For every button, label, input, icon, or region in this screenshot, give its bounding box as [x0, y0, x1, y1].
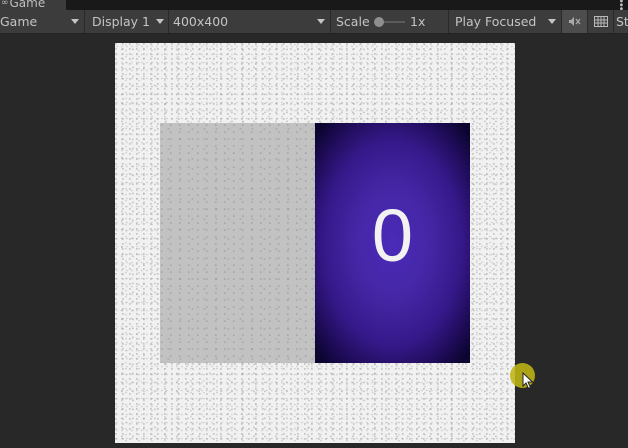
game-tab[interactable]: ∞ Game [0, 0, 66, 10]
stats-button[interactable]: St [616, 10, 628, 33]
view-mode-dropdown[interactable]: Game [0, 10, 83, 33]
game-controller-icon: ∞ [1, 0, 8, 8]
game-tab-label: Game [9, 0, 46, 10]
play-mode-label: Play Focused [455, 14, 537, 29]
play-mode-dropdown[interactable]: Play Focused [455, 10, 561, 33]
chevron-down-icon [156, 19, 164, 24]
keyboard-grid-icon [593, 16, 608, 27]
chevron-down-icon [317, 19, 325, 24]
mute-audio-icon [569, 17, 581, 26]
chevron-down-icon [71, 19, 79, 24]
resolution-dropdown[interactable]: 400x400 [173, 10, 329, 33]
counter-value: 0 [371, 194, 414, 277]
mute-audio-button[interactable] [562, 10, 587, 33]
toolbar-divider [613, 10, 614, 33]
display-dropdown[interactable]: Display 1 [92, 10, 168, 33]
chevron-down-icon [548, 19, 556, 24]
scale-label: Scale [336, 14, 370, 29]
toolbar-divider [84, 10, 85, 33]
counter-card[interactable]: 0 [315, 123, 470, 363]
editor-tab-strip: ∞ Game ••• [0, 0, 628, 10]
game-view-toolbar: Game Display 1 400x400 Scale 1x Play Foc… [0, 10, 628, 34]
gray-panel [160, 123, 315, 363]
game-render-area[interactable]: 0 [115, 43, 515, 443]
scale-value: 1x [410, 14, 426, 29]
display-label: Display 1 [92, 14, 151, 29]
toolbar-divider [330, 10, 331, 33]
view-mode-label: Game [0, 14, 38, 29]
resolution-label: 400x400 [173, 14, 229, 29]
scale-slider-thumb[interactable] [374, 17, 384, 27]
stats-toggle-button[interactable] [588, 10, 613, 33]
kebab-menu-icon[interactable]: ••• [615, 0, 626, 10]
toolbar-divider [168, 10, 169, 33]
toolbar-divider [448, 10, 449, 33]
mouse-pointer-icon [522, 372, 534, 390]
